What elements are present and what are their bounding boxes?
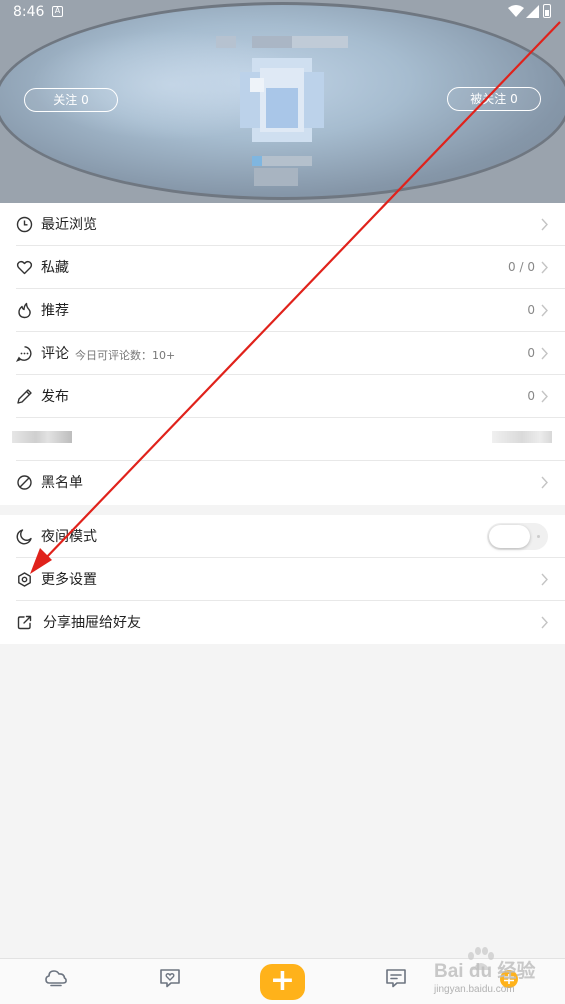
menu-item-label: 最近浏览: [41, 217, 97, 233]
heart-message-icon[interactable]: [158, 966, 182, 990]
settings-icon: [18, 572, 31, 587]
menu-item-comments[interactable]: 评论 今日可评论数：10+ 0: [0, 332, 565, 375]
moon-icon: [16, 529, 32, 545]
chevron-right-icon: [541, 261, 548, 274]
followers-button[interactable]: 被关注 0: [447, 87, 541, 111]
chevron-right-icon: [541, 347, 548, 360]
menu-item-more-settings[interactable]: 更多设置: [0, 558, 565, 601]
wifi-icon: [508, 5, 524, 17]
blurred-value: [492, 431, 552, 443]
home-cloud-icon[interactable]: [44, 966, 68, 990]
ban-icon: [17, 475, 32, 490]
clock-icon: [16, 216, 33, 233]
status-time: 8:46: [13, 4, 45, 20]
menu-item-count: 0: [527, 346, 535, 360]
messages-icon[interactable]: [384, 966, 408, 990]
menu-item-blurred[interactable]: [0, 418, 565, 461]
toggle-knob: [489, 525, 530, 548]
menu-item-recent[interactable]: 最近浏览: [0, 203, 565, 246]
menu-item-label: 更多设置: [41, 572, 97, 588]
signal-icon: [526, 5, 539, 18]
chevron-right-icon: [541, 304, 548, 317]
watermark-text: Bai du 经验: [434, 961, 536, 982]
chevron-right-icon: [541, 218, 548, 231]
menu-item-label: 私藏: [41, 260, 69, 276]
menu-item-label: 评论: [41, 346, 69, 362]
avatar[interactable]: [240, 58, 324, 142]
status-bar: 8:46 A: [0, 0, 565, 26]
heart-icon: [16, 260, 33, 275]
menu-section-settings: 夜间模式 更多设置 分享抽屉给好友: [0, 515, 565, 644]
menu-item-share[interactable]: 分享抽屉给好友: [0, 601, 565, 644]
menu-item-published[interactable]: 发布 0: [0, 375, 565, 418]
menu-item-collection[interactable]: 私藏 0 / 0: [0, 246, 565, 289]
flame-icon: [18, 302, 31, 319]
following-button[interactable]: 关注 0: [24, 88, 118, 112]
baidu-jingyan-watermark: Bai du 经验 jingyan.baidu.com: [430, 946, 560, 1002]
bio-blurred: [240, 156, 324, 188]
menu-item-count: 0 / 0: [508, 260, 535, 274]
menu-item-night-mode: 夜间模式: [0, 515, 565, 558]
chevron-right-icon: [541, 476, 548, 489]
profile-header: 8:46 A 关注 0 被关注 0: [0, 0, 565, 203]
share-icon: [17, 615, 32, 630]
menu-item-count: 0: [527, 303, 535, 317]
menu-item-label: 发布: [41, 389, 69, 405]
menu-item-recommend[interactable]: 推荐 0: [0, 289, 565, 332]
chevron-right-icon: [541, 616, 548, 629]
app-notification-icon: A: [52, 6, 63, 17]
comment-icon: [16, 346, 32, 362]
blurred-label: [12, 431, 72, 443]
menu-section-primary: 最近浏览 私藏 0 / 0 推荐 0 评论 今日可评论数：10+ 0 发布 0: [0, 203, 565, 505]
comment-quota-text: 今日可评论数：10+: [75, 349, 176, 362]
menu-item-label: 分享抽屉给好友: [43, 615, 141, 631]
publish-plus-button[interactable]: +: [260, 964, 305, 1000]
menu-item-label: 黑名单: [41, 475, 83, 491]
menu-item-count: 0: [527, 389, 535, 403]
chevron-right-icon: [541, 390, 548, 403]
username-blurred: [216, 36, 348, 48]
menu-item-label: 夜间模式: [41, 529, 97, 545]
menu-item-blacklist[interactable]: 黑名单: [0, 461, 565, 504]
watermark-url: jingyan.baidu.com: [434, 984, 515, 995]
pencil-icon: [17, 389, 32, 404]
chevron-right-icon: [541, 573, 548, 586]
battery-icon: [543, 4, 551, 18]
night-mode-toggle[interactable]: [487, 523, 548, 550]
menu-item-label: 推荐: [41, 303, 69, 319]
